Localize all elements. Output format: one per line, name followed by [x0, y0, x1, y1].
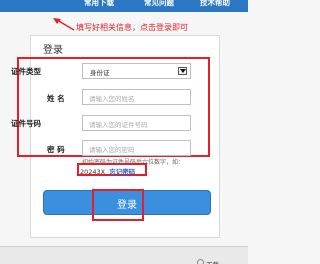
id-number-label: 证件号码	[11, 119, 41, 128]
id-number-placeholder: 请输入您的证件号码	[89, 121, 148, 129]
id-number-input[interactable]: 请输入您的证件号码	[82, 115, 191, 131]
name-placeholder: 请输入您的姓名	[89, 95, 135, 103]
bottom-bar: 下载	[0, 246, 248, 264]
forgot-password-link[interactable]: 忘记密码	[109, 168, 135, 176]
panel-title: 登录	[43, 45, 63, 56]
nav-link-help[interactable]: 技术帮助	[200, 0, 230, 8]
download-icon[interactable]	[197, 259, 204, 264]
password-placeholder: 请输入您的密码	[89, 146, 135, 154]
id-type-value: 身份证	[90, 69, 110, 77]
chevron-down-icon[interactable]	[178, 67, 187, 75]
password-input[interactable]: 请输入您的密码	[82, 140, 191, 156]
annotation-text: 填写好相关信息，点击登录即可	[76, 23, 188, 32]
id-type-select[interactable]: 身份证	[82, 63, 191, 79]
example-code-row: 20243X 忘记密码	[80, 166, 135, 176]
login-highlight-box	[92, 189, 144, 221]
nav-link-faq[interactable]: 常见问题	[144, 0, 174, 8]
id-type-label: 证件类型	[11, 67, 41, 76]
top-nav-bar: 常用下载 常见问题 技术帮助	[0, 0, 248, 12]
download-label[interactable]: 下载	[206, 259, 219, 264]
name-input[interactable]: 请输入您的姓名	[82, 89, 191, 105]
password-label: 密 码	[47, 145, 65, 154]
name-label: 姓 名	[47, 94, 65, 103]
nav-link-downloads[interactable]: 常用下载	[84, 0, 114, 8]
example-code: 20243X	[80, 168, 106, 176]
